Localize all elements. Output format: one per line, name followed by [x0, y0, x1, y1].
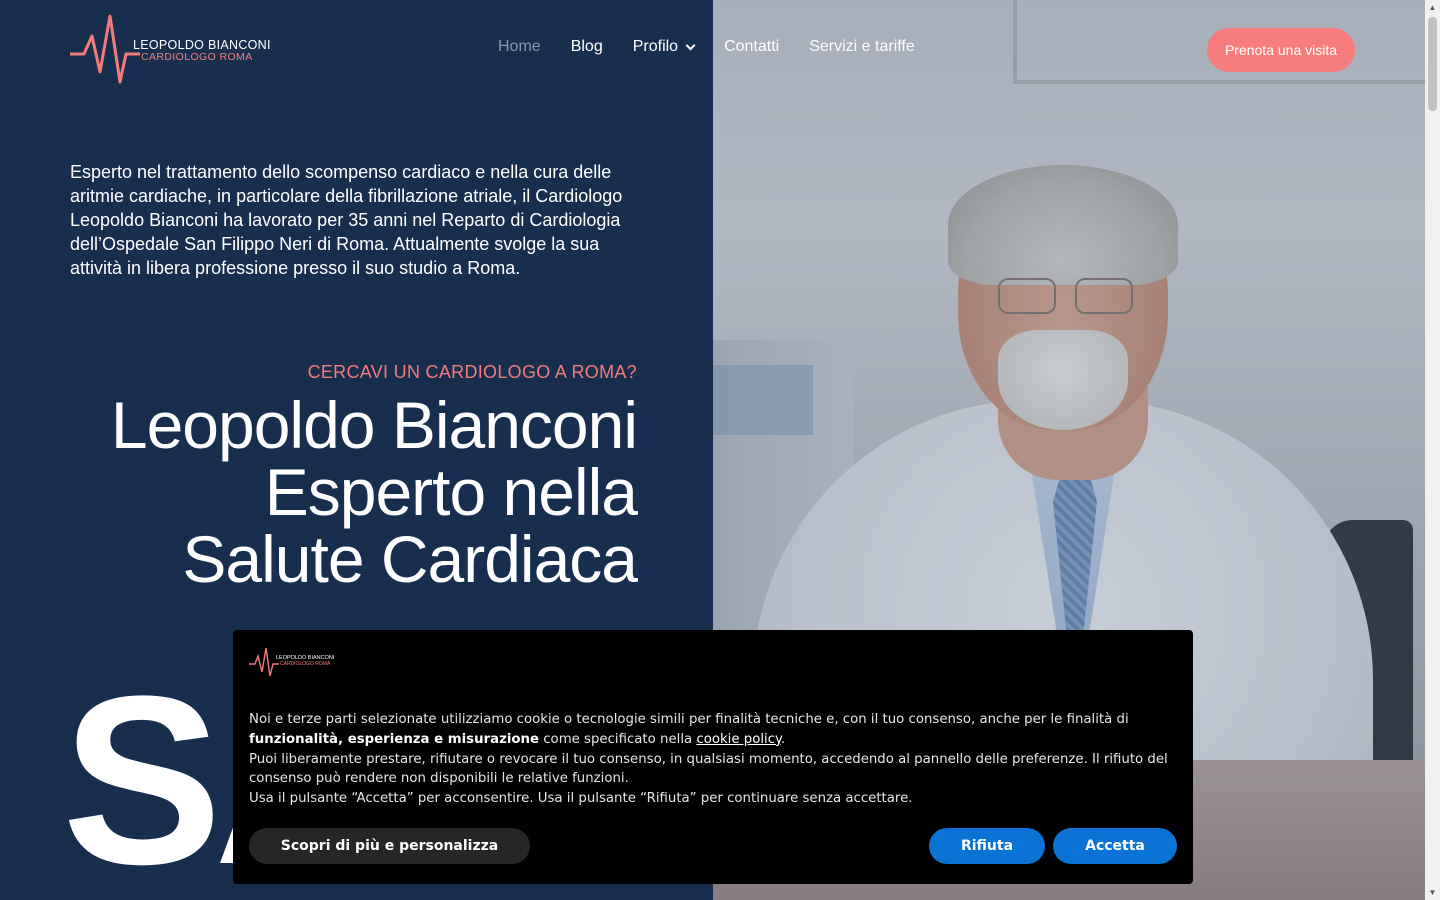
- cookie-logo-subtitle: CARDIOLOGO ROMA: [280, 661, 331, 667]
- nav-item-profilo[interactable]: Profilo: [632, 38, 696, 56]
- main-nav: Home Blog Profilo Contatti Servizi e tar…: [498, 38, 915, 56]
- cookie-paragraph-1: Noi e terze parti selezionate utilizziam…: [249, 712, 1129, 747]
- cookie-paragraph-2: Puoi liberamente prestare, rifiutare o r…: [249, 751, 1168, 787]
- heartbeat-logo-icon: [249, 647, 279, 677]
- nav-item-home[interactable]: Home: [498, 38, 541, 56]
- cookie-notice-text: Noi e terze parti selezionate utilizziam…: [249, 710, 1184, 809]
- scrollbar-thumb[interactable]: [1428, 17, 1437, 111]
- site-logo[interactable]: LEOPOLDO BIANCONI CARDIOLOGO ROMA: [70, 14, 290, 86]
- book-visit-button[interactable]: Prenota una visita: [1207, 28, 1355, 72]
- cookie-paragraph-3: Usa il pulsante “Accetta” per acconsenti…: [249, 791, 913, 807]
- cookie-banner-logo: LEOPOLDO BIANCONI CARDIOLOGO ROMA: [249, 646, 339, 678]
- accept-cookies-button[interactable]: Accetta: [1053, 828, 1177, 864]
- logo-name: LEOPOLDO BIANCONI: [133, 38, 271, 52]
- chevron-down-icon: [685, 40, 696, 50]
- cookie-banner: LEOPOLDO BIANCONI CARDIOLOGO ROMA Noi e …: [233, 630, 1193, 884]
- cookie-policy-link[interactable]: cookie policy: [696, 732, 781, 747]
- reject-cookies-button[interactable]: Rifiuta: [929, 828, 1045, 864]
- nav-item-servizi[interactable]: Servizi e tariffe: [809, 38, 915, 56]
- hero-kicker: CERCAVI UN CARDIOLOGO A ROMA?: [307, 362, 637, 382]
- nav-item-profilo-label: Profilo: [632, 38, 679, 55]
- scroll-up-arrow-icon[interactable]: ▲: [1425, 0, 1440, 15]
- logo-subtitle: CARDIOLOGO ROMA: [141, 51, 253, 63]
- hero-title: Leopoldo Bianconi Esperto nella Salute C…: [110, 388, 638, 596]
- cookie-bold-purposes: funzionalità, esperienza e misurazione: [249, 731, 540, 747]
- customize-cookies-button[interactable]: Scopri di più e personalizza: [249, 828, 530, 864]
- nav-item-contatti[interactable]: Contatti: [724, 38, 779, 56]
- hero-intro-text: Esperto nel trattamento dello scompenso …: [70, 162, 623, 278]
- scroll-down-arrow-icon[interactable]: ▼: [1425, 885, 1440, 900]
- page-scrollbar[interactable]: ▲ ▼: [1425, 0, 1440, 900]
- nav-item-blog[interactable]: Blog: [571, 38, 603, 56]
- heartbeat-logo-icon: [70, 14, 140, 84]
